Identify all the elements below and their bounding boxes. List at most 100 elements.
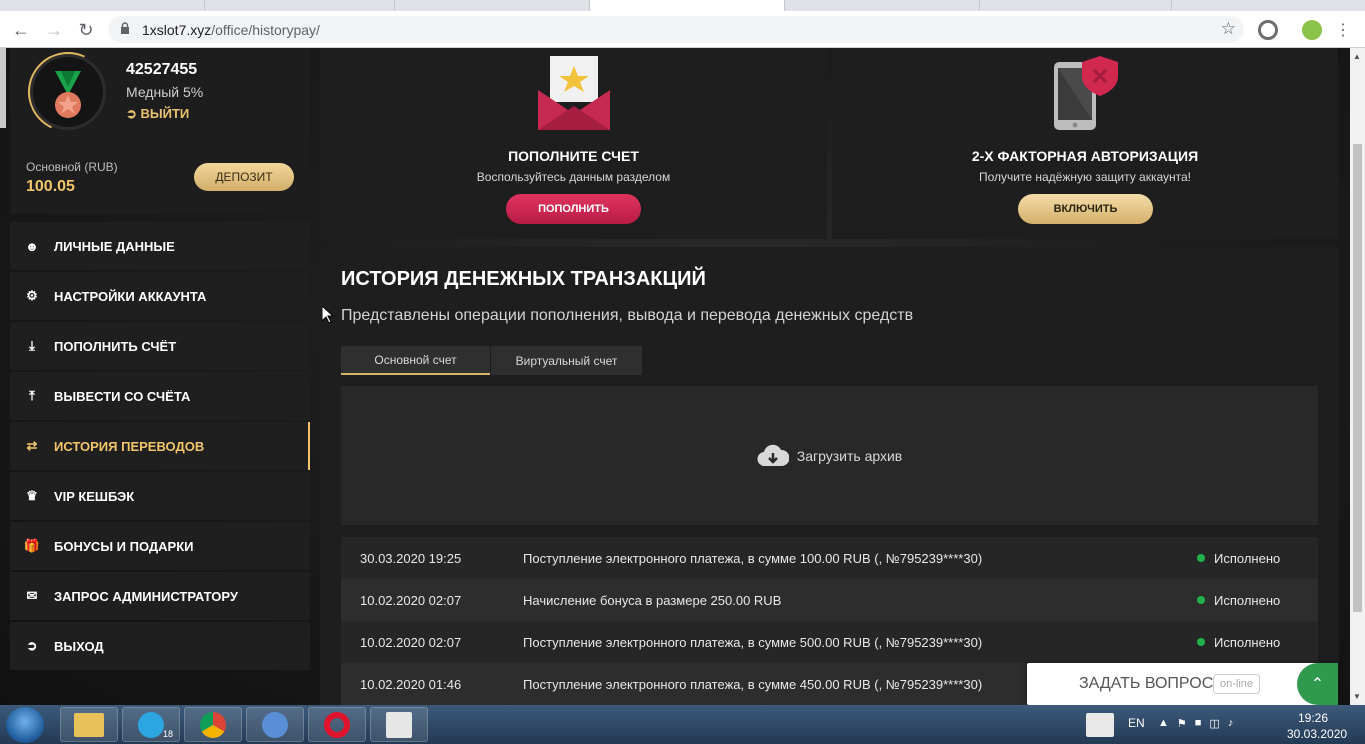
sidebar-item-vip-cashback[interactable]: ♛ VIP КЕШБЭК xyxy=(10,472,310,520)
gift-icon: 🎁 xyxy=(23,538,41,553)
user-gear-icon: ☻ xyxy=(25,238,39,254)
sidebar-item-label: ПОПОЛНИТЬ СЧЁТ xyxy=(54,338,177,354)
user-id: 42527455 xyxy=(126,61,198,78)
page-content: 42527455 Медный 5% ➲ ВЫЙТИ Основной (RUB… xyxy=(0,48,1350,705)
chrome-taskbar-button[interactable] xyxy=(184,707,242,742)
tab-main-account[interactable]: Основной счет xyxy=(341,346,490,375)
scroll-up-chevron-icon[interactable]: ⌃ xyxy=(1297,663,1338,705)
telegram-icon xyxy=(138,711,164,738)
tx-description: Поступление электронного платежа, в сумм… xyxy=(523,634,983,650)
explorer-taskbar-button[interactable] xyxy=(60,707,118,742)
pen-input-icon[interactable] xyxy=(1086,713,1114,737)
tray-expand-icon[interactable]: ▲ xyxy=(1158,717,1169,730)
windows-taskbar: 18 EN ▲ ⚑ ■ ◫ ♪ 19:26 30.03.2020 xyxy=(0,705,1365,744)
sidebar-item-label: ИСТОРИЯ ПЕРЕВОДОВ xyxy=(54,438,205,454)
opera-taskbar-button[interactable] xyxy=(308,707,366,742)
deposit-card-subtitle: Воспользуйтесь данным разделом xyxy=(476,170,671,184)
reload-icon[interactable]: ↻ xyxy=(74,18,98,42)
tx-date: 10.02.2020 02:07 xyxy=(360,634,462,650)
account-tabs: Основной счет Виртуальный счет xyxy=(341,346,642,375)
sidebar-item-label: VIP КЕШБЭК xyxy=(54,488,135,504)
download-icon: ⤓ xyxy=(29,338,35,353)
tab-virtual-account[interactable]: Виртуальный счет xyxy=(491,346,642,375)
two-factor-promo-card: 2-Х ФАКТОРНАЯ АВТОРИЗАЦИЯ Получите надёж… xyxy=(832,48,1338,239)
status-badge: Исполнено xyxy=(1197,635,1280,650)
ask-question-widget[interactable]: ЗАДАТЬ ВОПРОС on-line ⌃ xyxy=(1027,663,1338,705)
browser-tab[interactable] xyxy=(395,0,590,11)
extension-icon[interactable] xyxy=(1258,20,1278,40)
page-title: ИСТОРИЯ ДЕНЕЖНЫХ ТРАНЗАКЦИЙ xyxy=(341,268,706,290)
deposit-promo-card: ПОПОЛНИТЕ СЧЕТ Воспользуйтесь данным раз… xyxy=(320,48,827,239)
browser-tab[interactable] xyxy=(980,0,1172,11)
sidebar-item-transfer-history[interactable]: ⇄ ИСТОРИЯ ПЕРЕВОДОВ xyxy=(10,422,310,470)
folder-icon xyxy=(74,712,104,737)
clock-time[interactable]: 19:26 xyxy=(1298,711,1328,725)
mouse-cursor-icon xyxy=(322,306,334,324)
upload-icon: ⤒ xyxy=(29,388,35,403)
sidebar-item-bonuses[interactable]: 🎁 БОНУСЫ И ПОДАРКИ xyxy=(10,522,310,570)
logout-link[interactable]: ➲ ВЫЙТИ xyxy=(126,106,189,122)
clock-date[interactable]: 30.03.2020 xyxy=(1287,727,1347,741)
sidebar-item-exit[interactable]: ➲ ВЫХОД xyxy=(10,622,310,670)
sidebar-item-deposit[interactable]: ⤓ ПОПОЛНИТЬ СЧЁТ xyxy=(10,322,310,370)
address-bar[interactable]: 1xslot7.xyz/office/historypay/ ☆ xyxy=(108,16,1244,43)
status-badge: Исполнено xyxy=(1197,593,1280,608)
browser-tab[interactable] xyxy=(205,0,395,11)
top-up-button[interactable]: ПОПОЛНИТЬ xyxy=(506,194,641,224)
sidebar-item-personal-data[interactable]: ☻ ЛИЧНЫЕ ДАННЫЕ xyxy=(10,222,310,270)
input-language[interactable]: EN xyxy=(1128,716,1145,730)
status-dot-icon xyxy=(1197,554,1205,562)
status-dot-icon xyxy=(1197,596,1205,604)
transfer-arrows-icon: ⇄ xyxy=(26,438,38,453)
phone-shield-icon xyxy=(1054,56,1118,130)
left-edge-panel xyxy=(0,48,6,128)
browser-tab[interactable] xyxy=(785,0,980,11)
bookmark-star-icon[interactable]: ☆ xyxy=(1221,19,1236,39)
sidebar-item-label: ЗАПРОС АДМИНИСТРАТОРУ xyxy=(54,588,238,604)
page-scrollbar[interactable]: ▲ ▼ xyxy=(1350,48,1365,705)
cloud-download-icon xyxy=(757,444,789,466)
flag-icon[interactable]: ⚑ xyxy=(1177,717,1187,730)
url-domain: 1xslot7.xyz xyxy=(142,22,212,38)
browser-tab-active[interactable] xyxy=(590,0,785,11)
browser-tab-strip xyxy=(0,0,1365,11)
sidebar-item-admin-request[interactable]: ✉ ЗАПРОС АДМИНИСТРАТОРУ xyxy=(10,572,310,620)
chromium-taskbar-button[interactable] xyxy=(246,707,304,742)
profile-panel: 42527455 Медный 5% ➲ ВЫЙТИ Основной (RUB… xyxy=(10,48,310,214)
scrollbar-thumb[interactable] xyxy=(1353,144,1362,612)
antivirus-icon[interactable]: ■ xyxy=(1195,717,1202,730)
menu-kebab-icon[interactable]: ⋮ xyxy=(1331,18,1355,42)
browser-tab[interactable] xyxy=(0,0,205,11)
start-button[interactable] xyxy=(6,707,44,743)
deposit-button[interactable]: ДЕПОЗИТ xyxy=(194,163,294,191)
back-icon[interactable]: ← xyxy=(9,18,33,42)
table-row: 30.03.2020 19:25 Поступление электронног… xyxy=(341,537,1318,579)
envelope-star-icon xyxy=(538,56,610,130)
volume-icon[interactable]: ♪ xyxy=(1228,717,1234,730)
download-archive-area[interactable]: Загрузить архив xyxy=(341,386,1318,525)
two-factor-card-title: 2-Х ФАКТОРНАЯ АВТОРИЗАЦИЯ xyxy=(971,148,1199,164)
enable-2fa-button[interactable]: ВКЛЮЧИТЬ xyxy=(1018,194,1153,224)
sidebar-item-label: ВЫХОД xyxy=(54,638,104,654)
url-path: /office/historypay/ xyxy=(211,22,320,38)
scroll-down-arrow-icon[interactable]: ▼ xyxy=(1353,692,1361,701)
network-icon[interactable]: ◫ xyxy=(1209,717,1219,730)
tx-status-label: Исполнено xyxy=(1214,592,1281,608)
balance-label: Основной (RUB) xyxy=(26,160,118,174)
app-taskbar-button[interactable] xyxy=(370,707,428,742)
scroll-up-arrow-icon[interactable]: ▲ xyxy=(1353,52,1361,61)
ask-question-label: ЗАДАТЬ ВОПРОС xyxy=(1079,675,1214,692)
url-text: 1xslot7.xyz/office/historypay/ xyxy=(142,22,320,38)
sidebar-item-withdraw[interactable]: ⤒ ВЫВЕСТИ СО СЧЁТА xyxy=(10,372,310,420)
chrome-icon xyxy=(200,711,226,738)
profile-extension-icon[interactable] xyxy=(1302,20,1322,40)
crown-icon: ♛ xyxy=(26,488,38,503)
sidebar-item-account-settings[interactable]: ⚙ НАСТРОЙКИ АККАУНТА xyxy=(10,272,310,320)
telegram-taskbar-button[interactable]: 18 xyxy=(122,707,180,742)
system-tray: ▲ ⚑ ■ ◫ ♪ xyxy=(1158,717,1233,730)
medal-icon xyxy=(55,71,81,118)
forward-icon[interactable]: → xyxy=(42,18,66,42)
envelope-icon: ✉ xyxy=(26,588,38,603)
logout-label: ВЫЙТИ xyxy=(140,106,190,121)
browser-toolbar: ← → ↻ 1xslot7.xyz/office/historypay/ ☆ ⋮ xyxy=(0,11,1365,48)
